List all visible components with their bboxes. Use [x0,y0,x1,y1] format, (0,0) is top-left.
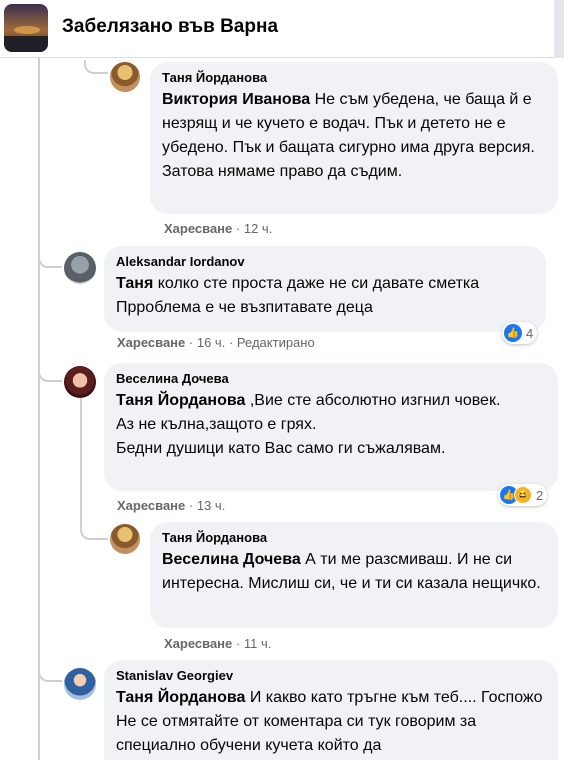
thread-line-branch-5 [38,660,62,682]
comment-time[interactable]: 13 ч. [197,498,225,513]
comment-bubble: Stanislav Georgiev Таня Йорданова И какв… [104,660,558,760]
thread-line-branch-4 [80,520,108,540]
separator-dot: · [228,335,234,350]
group-header: Забелязано във Варна [0,0,564,58]
avatar[interactable] [64,252,96,284]
comment-bubble: Aleksandar Iordanov Таня колко сте прост… [104,246,546,332]
avatar[interactable] [110,62,140,92]
edited-label: Редактирано [236,335,315,350]
comment-body: колко сте проста даже не си давате сметк… [116,275,480,316]
comment-actions: Харесване · 11 ч. [164,636,271,651]
like-button[interactable]: Харесване [164,221,232,236]
comment-author[interactable]: Таня Йорданова [162,530,546,546]
separator-dot: · [188,335,194,350]
comment-actions: Харесване · 13 ч. [117,498,225,513]
haha-reaction-icon: 😆 [514,486,532,504]
comment-actions: Харесване · 12 ч. [164,221,272,236]
thread-line-branch-1 [84,60,108,74]
comment-text: Таня колко сте проста даже не си давате … [116,272,534,320]
group-title[interactable]: Забелязано във Варна [62,16,278,38]
thread-line-main [38,58,40,760]
like-reaction-icon: 👍 [504,324,522,342]
comment-text: Виктория Иванова Не съм убедена, че баща… [162,88,546,184]
comment-bubble: Веселина Дочева Таня Йорданова ,Вие сте … [104,363,558,491]
separator-dot: · [235,636,241,651]
reaction-count: 2 [536,487,544,503]
group-avatar[interactable] [4,4,48,52]
comment-author[interactable]: Aleksandar Iordanov [116,254,534,270]
comment-actions: Харесване · 16 ч. · Редактирано [117,335,315,350]
thread-line-branch-2 [38,246,62,268]
reaction-summary[interactable]: 👍 4 [502,322,538,344]
comment-bubble: Таня Йорданова Виктория Иванова Не съм у… [150,62,558,214]
group-avatar-land [4,36,48,52]
comment-mention[interactable]: Таня [116,275,153,292]
separator-dot: · [235,221,241,236]
thread-line-branch-3 [38,362,62,382]
like-button[interactable]: Харесване [117,335,185,350]
separator-dot: · [188,498,194,513]
comment-text: Таня Йорданова И какво като тръгне към т… [116,686,546,758]
comment-text: Веселина Дочева А ти ме разсмиваш. И не … [162,548,546,596]
header-edge [554,0,564,58]
avatar[interactable] [64,668,96,700]
comment-mention[interactable]: Виктория Иванова [162,91,310,108]
comment-time[interactable]: 11 ч. [244,636,272,651]
comment-mention[interactable]: Таня Йорданова [116,392,245,409]
comment-author[interactable]: Таня Йорданова [162,70,546,86]
avatar[interactable] [64,366,96,398]
comment-mention[interactable]: Веселина Дочева [162,551,301,568]
comment-text: Таня Йорданова ,Вие сте абсолютно изгнил… [116,389,546,461]
avatar[interactable] [110,524,140,554]
group-avatar-sun [14,26,40,34]
reaction-count: 4 [526,325,534,341]
comment-time[interactable]: 12 ч. [244,221,272,236]
comment-mention[interactable]: Таня Йорданова [116,689,245,706]
like-button[interactable]: Харесване [117,498,185,513]
reaction-summary[interactable]: 👍 😆 2 [498,484,548,506]
comment-author[interactable]: Stanislav Georgiev [116,668,546,684]
comment-time[interactable]: 16 ч. [197,335,225,350]
comment-author[interactable]: Веселина Дочева [116,371,546,387]
comment-bubble: Таня Йорданова Веселина Дочева А ти ме р… [150,522,558,628]
like-button[interactable]: Харесване [164,636,232,651]
thread-line-reply-vertical [80,395,82,525]
